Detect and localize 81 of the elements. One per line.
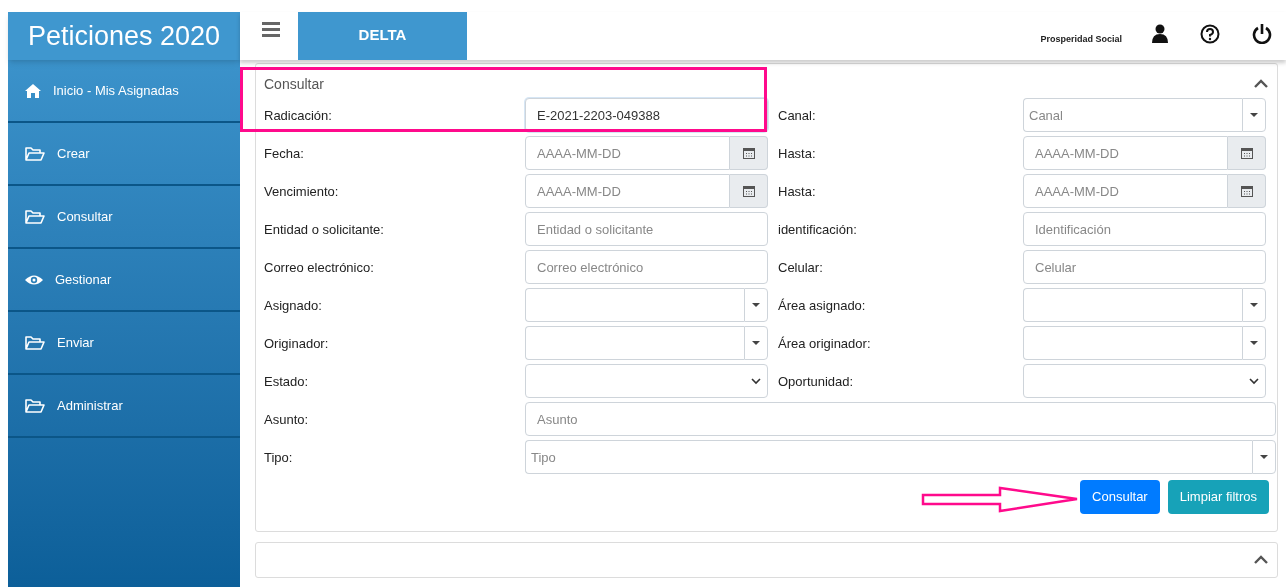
sidebar-item[interactable]: Crear <box>8 123 240 186</box>
field-label: Asunto: <box>264 412 309 427</box>
field-label: Estado: <box>264 374 309 389</box>
field-label: Tipo: <box>264 450 293 465</box>
caret-icon <box>1250 341 1258 345</box>
home-icon <box>25 83 41 98</box>
combo-field[interactable] <box>1023 288 1242 322</box>
combo-field[interactable] <box>525 288 744 322</box>
field-label: Hasta: <box>778 146 816 161</box>
field-label: Área originador: <box>778 336 871 351</box>
folder-icon <box>25 335 45 350</box>
select-field[interactable] <box>1023 364 1266 398</box>
eye-icon <box>25 273 43 286</box>
chevron-up-icon[interactable] <box>1254 79 1268 89</box>
input-field[interactable]: E-2021-2203-049388 <box>525 98 768 132</box>
dropdown-button[interactable] <box>1242 326 1266 360</box>
dropdown-button[interactable] <box>744 326 768 360</box>
calendar-button[interactable] <box>730 174 768 208</box>
date-field[interactable]: AAAA-MM-DD <box>525 174 730 208</box>
input-field[interactable]: Identificación <box>1023 212 1266 246</box>
date-field[interactable]: AAAA-MM-DD <box>1023 174 1228 208</box>
caret-icon <box>1250 303 1258 307</box>
folder-icon <box>25 398 45 413</box>
combo-field[interactable] <box>1023 326 1242 360</box>
caret-icon <box>1250 113 1258 117</box>
date-field[interactable]: AAAA-MM-DD <box>1023 136 1228 170</box>
input-field[interactable]: Asunto <box>525 402 1276 436</box>
field-label: Oportunidad: <box>778 374 854 389</box>
menu-icon[interactable] <box>262 22 280 38</box>
combo-field[interactable]: Tipo <box>525 440 1252 474</box>
app-title: Peticiones 2020 <box>8 12 240 60</box>
field-label: Asignado: <box>264 298 322 313</box>
caret-icon <box>752 341 760 345</box>
field-label: Área asignado: <box>778 298 866 313</box>
chevron-down-icon <box>1249 377 1259 385</box>
field-label: Entidad o solicitante: <box>264 222 384 237</box>
field-label: Canal: <box>778 108 816 123</box>
field-label: Correo electrónico: <box>264 260 374 275</box>
caret-icon <box>1260 455 1268 459</box>
organization-name: Prosperidad Social <box>1040 32 1122 46</box>
help-icon[interactable] <box>1200 24 1220 44</box>
sidebar-item[interactable]: Enviar <box>8 312 240 375</box>
dropdown-button[interactable] <box>744 288 768 322</box>
chevron-down-icon <box>751 377 761 385</box>
clear-filters-button[interactable]: Limpiar filtros <box>1167 480 1269 514</box>
sidebar-item[interactable]: Inicio - Mis Asignadas <box>8 60 240 123</box>
field-label: Hasta: <box>778 184 816 199</box>
sidebar-item[interactable]: Administrar <box>8 375 240 438</box>
field-label: Originador: <box>264 336 329 351</box>
panel-title: Consultar <box>264 74 324 94</box>
field-label: Vencimiento: <box>264 184 339 199</box>
folder-icon <box>25 209 45 224</box>
sidebar-item[interactable]: Gestionar <box>8 249 240 312</box>
sidebar-item[interactable]: Consultar <box>8 186 240 249</box>
dropdown-button[interactable] <box>1242 288 1266 322</box>
date-field[interactable]: AAAA-MM-DD <box>525 136 730 170</box>
user-icon[interactable] <box>1152 24 1168 44</box>
calendar-button[interactable] <box>1228 174 1266 208</box>
input-field[interactable]: Entidad o solicitante <box>525 212 768 246</box>
field-label: Fecha: <box>264 146 304 161</box>
power-icon[interactable] <box>1252 24 1272 44</box>
input-field[interactable]: Celular <box>1023 250 1266 284</box>
calendar-icon <box>1240 185 1253 197</box>
search-button[interactable]: Consultar <box>1080 480 1160 514</box>
select-field[interactable] <box>525 364 768 398</box>
caret-icon <box>752 303 760 307</box>
calendar-button[interactable] <box>1228 136 1266 170</box>
field-label: Radicación: <box>264 108 332 123</box>
calendar-icon <box>742 185 755 197</box>
field-label: Celular: <box>778 260 823 275</box>
calendar-icon <box>742 147 755 159</box>
combo-field[interactable]: Canal <box>1023 98 1242 132</box>
chevron-up-icon[interactable] <box>1254 555 1268 565</box>
calendar-button[interactable] <box>730 136 768 170</box>
folder-icon <box>25 146 45 161</box>
delta-tab[interactable]: DELTA <box>298 12 467 60</box>
calendar-icon <box>1240 147 1253 159</box>
field-label: identificación: <box>778 222 857 237</box>
dropdown-button[interactable] <box>1252 440 1276 474</box>
input-field[interactable]: Correo electrónico <box>525 250 768 284</box>
combo-field[interactable] <box>525 326 744 360</box>
